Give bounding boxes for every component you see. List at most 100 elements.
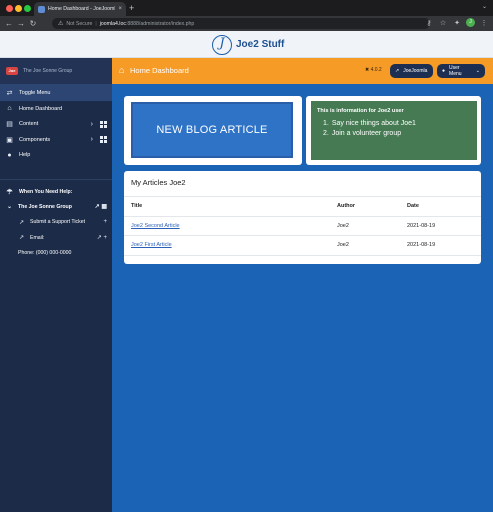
sidebar: Joe The Joe Sonne Group ⇄ Toggle Menu ⌂ …: [0, 58, 112, 512]
help-section-title: ☂ When You Need Help:: [0, 184, 112, 199]
sidebar-item-help[interactable]: ● Help: [0, 148, 112, 164]
star-icon[interactable]: ☆: [438, 19, 448, 27]
info-list-item: 1. Say nice things about Joe1: [323, 120, 416, 127]
add-icon[interactable]: ↗ +: [97, 234, 107, 241]
info-list-item: 2. Join a volunteer group: [323, 130, 402, 137]
new-blog-article-button[interactable]: NEW BLOG ARTICLE: [131, 102, 293, 158]
table-header-row: Title Author Date: [124, 197, 481, 217]
articles-heading: My Articles Joe2: [131, 178, 186, 187]
sidebar-item-components[interactable]: ▣ Components ›: [0, 132, 112, 148]
page-title: Home Dashboard: [130, 66, 189, 75]
chevron-right-icon[interactable]: ›: [91, 136, 93, 143]
url-host: joomla4.loc: [99, 20, 126, 27]
help-support-label: Submit a Support Ticket: [30, 219, 86, 226]
article-link[interactable]: Joe2 Second Article: [131, 223, 180, 229]
browser-window: Home Dashboard - JoeJoomla4 × + ⌄ ← → ↻ …: [0, 0, 493, 512]
admin-header: ⌂ Home Dashboard ✖ 4.0.2 ↗ JoeJoomla ● U…: [112, 58, 493, 84]
view-site-label: JoeJoomla: [403, 68, 428, 74]
warning-icon[interactable]: ⚠: [58, 20, 63, 27]
version-number: 4.0.2: [370, 67, 382, 73]
info-card: This is information for Joe2 user 1. Say …: [306, 96, 481, 165]
site-title[interactable]: Joe2 Stuff: [236, 39, 284, 50]
life-ring-icon: ☂: [6, 188, 13, 196]
table-row: Joe2 First Article Joe2 2021-08-19: [124, 236, 481, 256]
sidebar-brand[interactable]: Joe The Joe Sonne Group: [0, 58, 112, 84]
column-header-date: Date: [407, 203, 419, 210]
toggle-icon: ⇄: [6, 89, 13, 97]
minimize-window-button[interactable]: [15, 5, 22, 12]
article-author: Joe2: [337, 242, 349, 249]
close-window-button[interactable]: [6, 5, 13, 12]
extension-icon[interactable]: ✦: [452, 19, 462, 27]
info-title: This is information for Joe2 user: [317, 108, 404, 114]
chevron-down-icon: ⌄: [475, 68, 480, 74]
home-icon: ⌂: [119, 65, 125, 75]
dashboard-grid-icon[interactable]: [100, 136, 107, 144]
info-panel: This is information for Joe2 user 1. Say …: [311, 101, 477, 160]
article-link[interactable]: Joe2 First Article: [131, 242, 172, 248]
sidebar-item-label: Components: [19, 136, 51, 143]
view-site-button[interactable]: ↗ JoeJoomla: [390, 64, 433, 78]
help-email-label: Email:: [30, 234, 45, 241]
chevron-right-icon[interactable]: ›: [91, 121, 93, 128]
tab-search-icon[interactable]: ⌄: [482, 3, 487, 10]
info-icon: ●: [7, 151, 12, 159]
forward-icon[interactable]: →: [15, 16, 27, 31]
help-phone-label: Phone: (000) 000-0000: [18, 250, 72, 257]
address-bar[interactable]: ⚠ Not Secure | joomla4.loc :8888/adminis…: [52, 18, 430, 29]
sidebar-item-label: Home Dashboard: [19, 105, 63, 112]
user-menu-button[interactable]: ● User Menu ⌄: [437, 64, 485, 78]
sidebar-item-toggle-menu[interactable]: ⇄ Toggle Menu: [0, 84, 112, 101]
security-label: Not Secure: [66, 20, 93, 27]
site-header: J Joe2 Stuff: [0, 31, 493, 58]
chevron-down-icon: ⌄: [6, 204, 13, 211]
back-icon[interactable]: ←: [3, 16, 15, 31]
site-logo-icon[interactable]: J: [212, 35, 232, 55]
info-item-text: Say nice things about Joe1: [331, 120, 416, 127]
external-link-icon: ↗: [395, 68, 400, 74]
sidebar-item-label: Help: [19, 152, 31, 159]
sidebar-item-label: Content: [19, 121, 39, 128]
tab-close-icon[interactable]: ×: [118, 6, 122, 12]
blog-card: NEW BLOG ARTICLE: [124, 96, 302, 165]
new-tab-button[interactable]: +: [129, 2, 134, 14]
file-icon: ▤: [6, 121, 13, 129]
key-icon[interactable]: ⚷: [424, 19, 434, 27]
help-phone: Phone: (000) 000-0000: [0, 246, 112, 262]
article-date: 2021-08-19: [407, 222, 436, 229]
info-item-text: Join a volunteer group: [331, 130, 402, 137]
tab-title: Home Dashboard - JoeJoomla4: [48, 6, 116, 12]
user-menu-label: User Menu: [449, 65, 462, 77]
joomla-version: ✖ 4.0.2: [365, 67, 382, 73]
column-header-title: Title: [131, 203, 143, 210]
table-row: Joe2 Second Article Joe2 2021-08-19: [124, 217, 481, 236]
add-icon[interactable]: +: [103, 219, 107, 225]
url-separator: |: [95, 20, 97, 27]
help-email-link[interactable]: ↗ Email: ↗ +: [0, 230, 112, 246]
maximize-window-button[interactable]: [24, 5, 31, 12]
info-list: 1. Say nice things about Joe1 2. Join a vo…: [317, 120, 471, 137]
sidebar-item-home-dashboard[interactable]: ⌂ Home Dashboard: [0, 101, 112, 117]
cube-icon: ▣: [6, 136, 13, 144]
profile-avatar[interactable]: J: [466, 18, 475, 27]
external-link-icon: ↗: [18, 235, 25, 242]
reload-icon[interactable]: ↻: [27, 16, 39, 31]
articles-table: Title Author Date Joe2 Second Article Jo…: [124, 197, 481, 256]
dashboard-grid-icon[interactable]: [100, 120, 107, 128]
main-content: ⌂ Home Dashboard ✖ 4.0.2 ↗ JoeJoomla ● U…: [112, 58, 493, 512]
browser-tab[interactable]: Home Dashboard - JoeJoomla4 ×: [34, 2, 126, 16]
help-group-link[interactable]: ⌄ The Joe Sonne Group ↗ ▦: [0, 199, 112, 215]
external-link-icon[interactable]: ↗ ▦: [95, 203, 107, 210]
home-icon: ⌂: [7, 105, 12, 113]
more-icon[interactable]: ⋮: [479, 19, 489, 27]
browser-toolbar: ← → ↻ ⚠ Not Secure | joomla4.loc :8888/a…: [0, 16, 493, 31]
joomla-favicon-icon: [38, 5, 45, 13]
help-section-label: When You Need Help:: [19, 188, 73, 195]
help-support-link[interactable]: ↗ Submit a Support Ticket +: [0, 215, 112, 231]
sidebar-divider: [0, 179, 112, 180]
help-group-label: The Joe Sonne Group: [18, 203, 72, 210]
user-icon: ●: [442, 68, 446, 74]
article-author: Joe2: [337, 222, 349, 229]
brand-name: The Joe Sonne Group: [23, 68, 73, 74]
sidebar-item-content[interactable]: ▤ Content ›: [0, 117, 112, 133]
